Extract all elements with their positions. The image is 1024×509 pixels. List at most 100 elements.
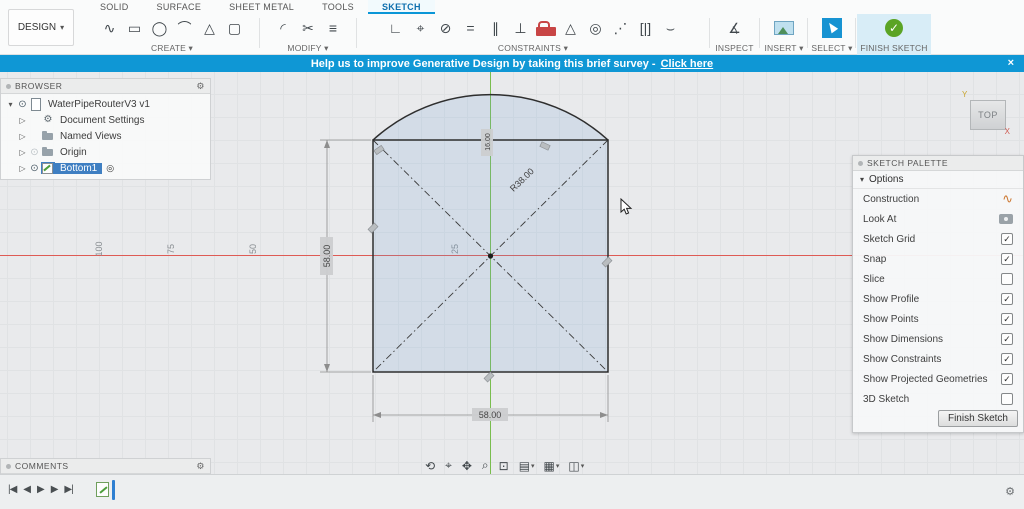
height-dimension[interactable]: 58.00 (320, 139, 371, 373)
sketch-origin-point[interactable] (487, 253, 494, 259)
tree-item-label[interactable]: WaterPipeRouterV3 v1 (43, 99, 155, 110)
snap-checkbox[interactable]: ✓ (1001, 253, 1013, 265)
horizontal-vertical-constraint[interactable]: ∟ (386, 17, 406, 39)
palette-option-row[interactable]: Show Constraints ✓ (853, 349, 1023, 369)
look-at-icon[interactable] (999, 214, 1013, 224)
offset-tool[interactable]: ≡ (323, 17, 343, 39)
symmetry-constraint[interactable]: [|] (636, 17, 656, 39)
tangent-constraint[interactable]: ⊘ (436, 17, 456, 39)
circle-tool[interactable]: ◯ (150, 17, 170, 39)
parallel-constraint[interactable]: ∥ (486, 17, 506, 39)
palette-option-row[interactable]: Construction ∿ (853, 189, 1023, 209)
banner-link[interactable]: Click here (661, 58, 714, 70)
sketch-grid-checkbox[interactable]: ✓ (1001, 233, 1013, 245)
browser-item-bottom1[interactable]: ▷ ⊙ Bottom1 ◎ (1, 160, 210, 176)
trim-tool[interactable]: ✂ (298, 17, 318, 39)
inspect-dropdown[interactable]: INSPECT ▾ (712, 42, 757, 65)
constraints-dropdown[interactable]: CONSTRAINTS ▾ (359, 42, 707, 54)
expand-caret-icon[interactable]: ▷ (17, 148, 28, 157)
palette-option-row[interactable]: 3D Sketch (853, 389, 1023, 409)
toolbar-group-finish-sketch[interactable]: ✓ FINISH SKETCH ▾ (857, 14, 931, 65)
browser-panel-header[interactable]: BROWSER ⚙ (1, 79, 210, 94)
palette-option-row[interactable]: Show Points ✓ (853, 309, 1023, 329)
insert-dropdown[interactable]: INSERT ▾ (762, 42, 806, 54)
sketch-palette-header[interactable]: SKETCH PALETTE (853, 156, 1023, 171)
expand-caret-icon[interactable]: ▷ (17, 164, 28, 173)
expand-caret-icon[interactable]: ▷ (17, 116, 28, 125)
gear-icon[interactable]: ⚙ (196, 461, 205, 472)
tab-solid[interactable]: SOLID (86, 0, 143, 14)
show-profile-checkbox[interactable]: ✓ (1001, 293, 1013, 305)
palette-option-row[interactable]: Show Dimensions ✓ (853, 329, 1023, 349)
show-projected-geometries-checkbox[interactable]: ✓ (1001, 373, 1013, 385)
show-constraints-checkbox[interactable]: ✓ (1001, 353, 1013, 365)
palette-option-row[interactable]: Sketch Grid ✓ (853, 229, 1023, 249)
palette-option-row[interactable]: Slice (853, 269, 1023, 289)
zoom-tool[interactable]: ⌕ (479, 457, 493, 474)
step-back-button[interactable]: ◀ (23, 484, 31, 495)
palette-options-section[interactable]: ▾ Options (853, 171, 1023, 189)
viewports-menu[interactable]: ◫ ▾ (565, 458, 587, 474)
expand-caret-icon[interactable]: ▾ (5, 100, 16, 109)
select-tool[interactable] (822, 18, 842, 38)
tab-tools[interactable]: TOOLS (308, 0, 368, 14)
slice-checkbox[interactable] (1001, 273, 1013, 285)
design-workspace-menu[interactable]: DESIGN ▾ (8, 9, 74, 46)
palette-option-row[interactable]: Snap ✓ (853, 249, 1023, 269)
go-to-end-button[interactable]: ▶| (64, 484, 73, 495)
browser-item-origin[interactable]: ▷ ⊙ Origin (1, 144, 210, 160)
activate-radio-icon[interactable]: ◎ (106, 163, 114, 174)
visibility-eye-icon[interactable]: ⊙ (28, 147, 41, 158)
width-dimension[interactable]: 58.00 (372, 375, 609, 422)
viewcube-top-face[interactable]: TOP (970, 100, 1006, 130)
gear-icon[interactable]: ⚙ (196, 81, 205, 92)
finish-sketch-button[interactable]: ✓ (885, 19, 903, 37)
close-icon[interactable]: × (1008, 55, 1014, 72)
browser-item-root[interactable]: ▾ ⊙ WaterPipeRouterV3 v1 (1, 96, 210, 112)
concentric-constraint[interactable]: ◎ (586, 17, 606, 39)
fillet-tool[interactable]: ◜ (273, 17, 293, 39)
show-points-checkbox[interactable]: ✓ (1001, 313, 1013, 325)
go-to-start-button[interactable]: |◀ (8, 484, 17, 495)
timeline-position-marker[interactable] (112, 480, 115, 500)
comments-panel-header[interactable]: COMMENTS ⚙ (1, 459, 210, 474)
perpendicular-constraint[interactable]: ⊥ (511, 17, 531, 39)
finish-sketch-dropdown[interactable]: FINISH SKETCH ▾ (857, 42, 931, 65)
line-tool[interactable]: ∿ (100, 17, 120, 39)
timeline-sketch-feature[interactable] (96, 482, 109, 497)
slot-tool[interactable]: ▢ (225, 17, 245, 39)
tree-item-label[interactable]: Origin (55, 147, 92, 158)
tab-sheet-metal[interactable]: SHEET METAL (215, 0, 308, 14)
browser-item-document-settings[interactable]: ▷ ⚙ Document Settings (1, 112, 210, 128)
tree-item-label[interactable]: Named Views (55, 131, 127, 142)
modify-dropdown[interactable]: MODIFY ▾ (263, 42, 353, 54)
pan-tool[interactable]: ✥ (459, 458, 476, 474)
palette-option-row[interactable]: Show Profile ✓ (853, 289, 1023, 309)
arc-height-dimension[interactable]: 16.00 (481, 129, 493, 156)
fit-tool[interactable]: ⊡ (496, 458, 513, 474)
select-dropdown[interactable]: SELECT ▾ (810, 42, 854, 54)
midpoint-constraint[interactable]: △ (561, 17, 581, 39)
palette-option-row[interactable]: Look At (853, 209, 1023, 229)
rectangle-tool[interactable]: ▭ (125, 17, 145, 39)
play-button[interactable]: ▶ (37, 484, 45, 495)
tab-sketch[interactable]: SKETCH (367, 0, 435, 14)
finish-sketch-button-palette[interactable]: Finish Sketch (937, 410, 1018, 427)
polygon-tool[interactable]: △ (200, 17, 220, 39)
grid-and-snaps-menu[interactable]: ▦ ▾ (541, 458, 563, 474)
create-dropdown[interactable]: CREATE ▾ (86, 42, 258, 54)
measure-tool[interactable]: ∡ (725, 17, 745, 39)
coincident-constraint[interactable]: ⌖ (411, 17, 431, 39)
palette-option-row[interactable]: Show Projected Geometries ✓ (853, 369, 1023, 389)
construction-icon[interactable]: ∿ (1002, 191, 1013, 207)
expand-caret-icon[interactable]: ▷ (17, 132, 28, 141)
browser-item-named-views[interactable]: ▷ Named Views (1, 128, 210, 144)
collinear-constraint[interactable]: ⋰ (611, 17, 631, 39)
tree-item-label[interactable]: Document Settings (55, 115, 150, 126)
fix-unfix-constraint[interactable] (535, 21, 556, 36)
curvature-constraint[interactable]: ⌣ (661, 17, 681, 39)
tab-surface[interactable]: SURFACE (143, 0, 216, 14)
step-forward-button[interactable]: ▶ (51, 484, 59, 495)
insert-image-tool[interactable] (774, 21, 794, 35)
display-settings-menu[interactable]: ▤ ▾ (516, 458, 538, 474)
